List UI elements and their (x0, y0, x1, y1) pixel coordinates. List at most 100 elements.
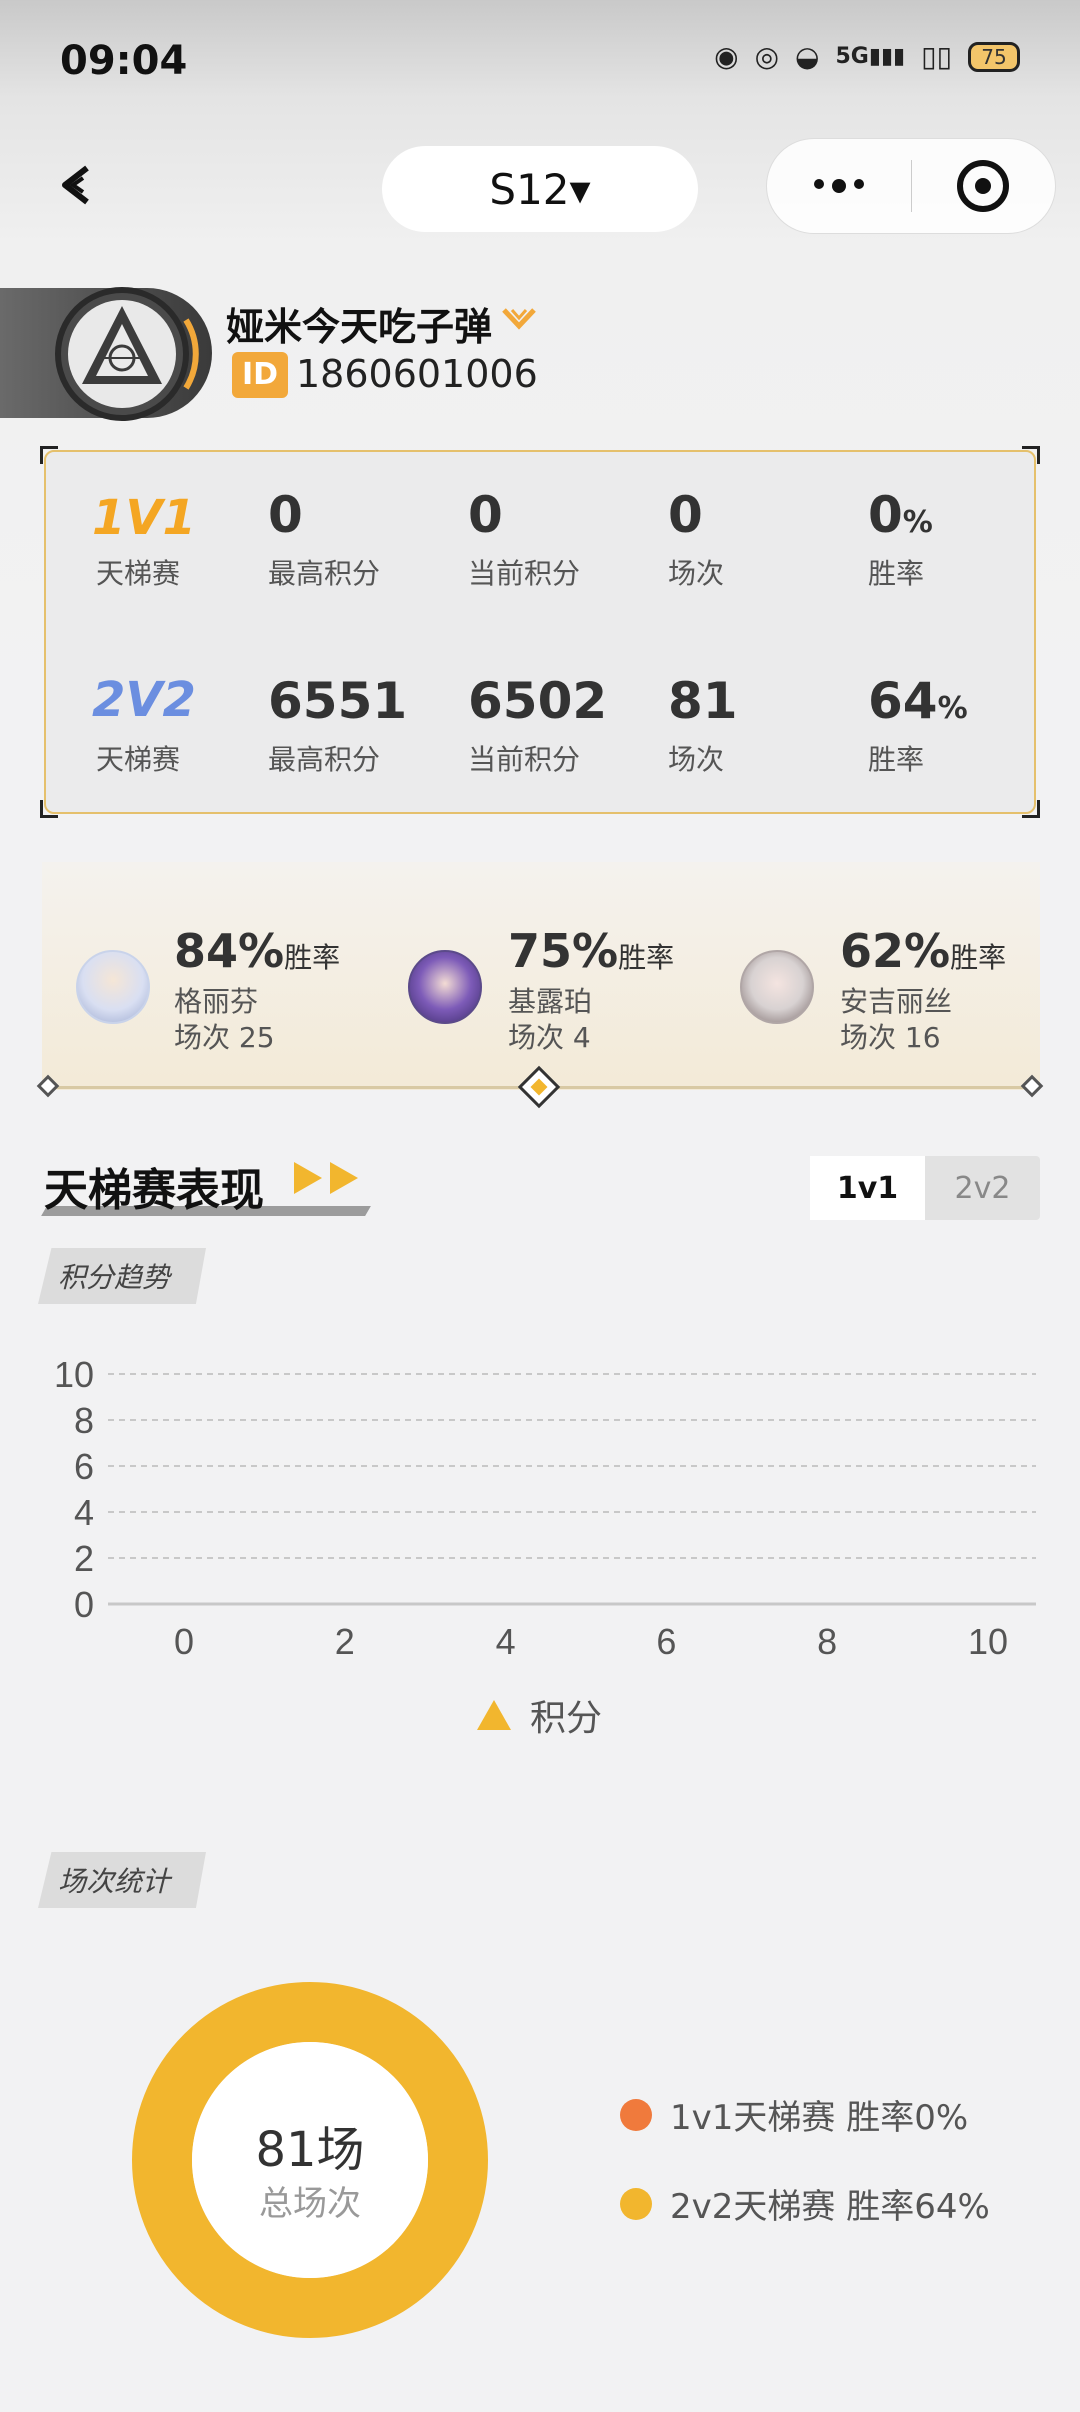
hero-avatar-griffin[interactable] (76, 950, 150, 1024)
hero-winrate-label: 胜率 (950, 941, 1007, 974)
legend-label: 2v2天梯赛 胜率64% (670, 2187, 990, 2227)
section-title: 天梯赛表现 (44, 1165, 264, 1216)
winrate-number: 0 (868, 486, 903, 544)
y-tick-label: 6 (74, 1446, 94, 1487)
card-corner (1022, 446, 1040, 464)
hero-winrate-value: 62% (840, 924, 951, 978)
x-tick-label: 2 (335, 1621, 355, 1662)
mode-logo-2v2: 2V2 (92, 672, 196, 728)
mode-sub: 天梯赛 (96, 557, 181, 590)
trend-tag: 积分趋势 (38, 1248, 206, 1304)
winrate-label: 胜率 (868, 557, 925, 590)
card-corner (40, 800, 58, 818)
double-arrow-icon (292, 1160, 364, 1200)
username: 娅米今天吃子弹 (226, 305, 493, 349)
close-button[interactable] (912, 160, 1056, 212)
x-tick-label: 4 (496, 1621, 516, 1662)
hero-name: 安吉丽丝 (840, 985, 953, 1018)
hero-winrate: 62%胜率 (840, 924, 1006, 978)
season-selector[interactable]: S12▾ (382, 146, 698, 232)
y-tick-label: 2 (74, 1538, 94, 1579)
x-tick-label: 10 (968, 1621, 1008, 1662)
hero-match-count: 场次 25 (174, 1021, 275, 1054)
winrate-number: 64 (868, 672, 938, 730)
y-tick-label: 4 (74, 1492, 94, 1533)
max-score-value: 6551 (268, 672, 408, 730)
legend-item: 1v1天梯赛 胜率0% (620, 2090, 990, 2139)
avatar-emblem-icon (55, 287, 199, 421)
hero-name: 格丽芬 (174, 985, 259, 1018)
x-tick-label: 0 (174, 1621, 194, 1662)
percent-sign: % (902, 505, 933, 540)
matches-value: 0 (668, 486, 703, 544)
score-trend-chart: 0 2 4 6 8 10 0 2 4 6 8 10 积分 (54, 1354, 1036, 1738)
signal-icon-2: ▯▯ (921, 40, 952, 73)
legend-item: 2v2天梯赛 胜率64% (620, 2179, 990, 2228)
avatar[interactable] (40, 284, 210, 424)
status-icons: ◉ ◎ ◒ 5G▮▮▮ ▯▯ 75 (714, 40, 1020, 73)
winrate-value: 64% (868, 672, 968, 730)
legend-marker (477, 1700, 511, 1730)
current-score-label: 当前积分 (468, 557, 581, 590)
app-notification-icon: ◎ (754, 40, 780, 73)
card-corner (40, 446, 58, 464)
id-badge: ID (232, 352, 288, 398)
legend-dot (620, 2187, 652, 2220)
legend-dot (620, 2098, 652, 2131)
tab-1v1[interactable]: 1v1 (810, 1156, 925, 1220)
winrate-value: 0% (868, 486, 933, 544)
hero-winrate-value: 75% (508, 924, 619, 978)
donut-total-label: 总场次 (259, 2184, 361, 2224)
matches-label: 场次 (668, 557, 725, 590)
current-score-value: 6502 (468, 672, 608, 730)
max-score-value: 0 (268, 486, 303, 544)
user-id: 1860601006 (296, 352, 538, 396)
battery-icon: 75 (968, 41, 1020, 72)
legend-label: 1v1天梯赛 胜率0% (670, 2098, 969, 2138)
card-corner (1022, 800, 1040, 818)
hero-winrate: 84%胜率 (174, 924, 340, 978)
matches-label: 场次 (668, 743, 725, 776)
more-button[interactable] (767, 179, 911, 193)
x-tick-label: 8 (817, 1621, 837, 1662)
max-score-label: 最高积分 (268, 557, 381, 590)
percent-sign: % (937, 691, 968, 726)
y-tick-label: 10 (54, 1354, 94, 1395)
dot (831, 179, 846, 193)
dot (853, 179, 864, 189)
y-tick-label: 0 (74, 1584, 94, 1625)
max-score-label: 最高积分 (268, 743, 381, 776)
y-tick-label: 8 (74, 1400, 94, 1441)
hero-winrate: 75%胜率 (508, 924, 674, 978)
signal-icon: 5G▮▮▮ (835, 44, 906, 69)
tab-2v2[interactable]: 2v2 (925, 1156, 1040, 1220)
legend-label: 积分 (530, 1697, 602, 1738)
network-label: 5G (835, 44, 869, 69)
hero-avatar-kiruba[interactable] (408, 950, 482, 1024)
x-tick-label: 6 (656, 1621, 676, 1662)
mode-tabs: 1v1 2v2 (810, 1156, 1040, 1220)
donut-total: 81场 (255, 2122, 365, 2178)
hero-winrate-label: 胜率 (284, 941, 341, 974)
winrate-label: 胜率 (868, 743, 925, 776)
mode-logo-1v1: 1V1 (92, 490, 196, 546)
app-notification-icon: ◉ (714, 40, 739, 73)
dot (813, 179, 824, 189)
hero-name: 基露珀 (508, 985, 593, 1018)
hero-winrate-label: 胜率 (618, 941, 675, 974)
hero-winrate-value: 84% (174, 924, 285, 978)
hero-match-count: 场次 16 (840, 1021, 941, 1054)
donut-legend: 1v1天梯赛 胜率0% 2v2天梯赛 胜率64% (620, 2090, 990, 2228)
hero-avatar-angelis[interactable] (740, 950, 814, 1024)
wifi-icon: ◒ (795, 40, 820, 73)
target-icon (957, 160, 1010, 212)
current-score-label: 当前积分 (468, 743, 581, 776)
mode-sub: 天梯赛 (96, 743, 181, 776)
back-button[interactable] (52, 160, 102, 210)
back-arrow-icon (62, 165, 89, 205)
current-score-value: 0 (468, 486, 503, 544)
matches-value: 81 (668, 672, 738, 730)
chevron-down-icon[interactable] (502, 308, 536, 334)
hero-match-count: 场次 4 (508, 1021, 591, 1054)
mini-program-capsule (766, 138, 1056, 234)
